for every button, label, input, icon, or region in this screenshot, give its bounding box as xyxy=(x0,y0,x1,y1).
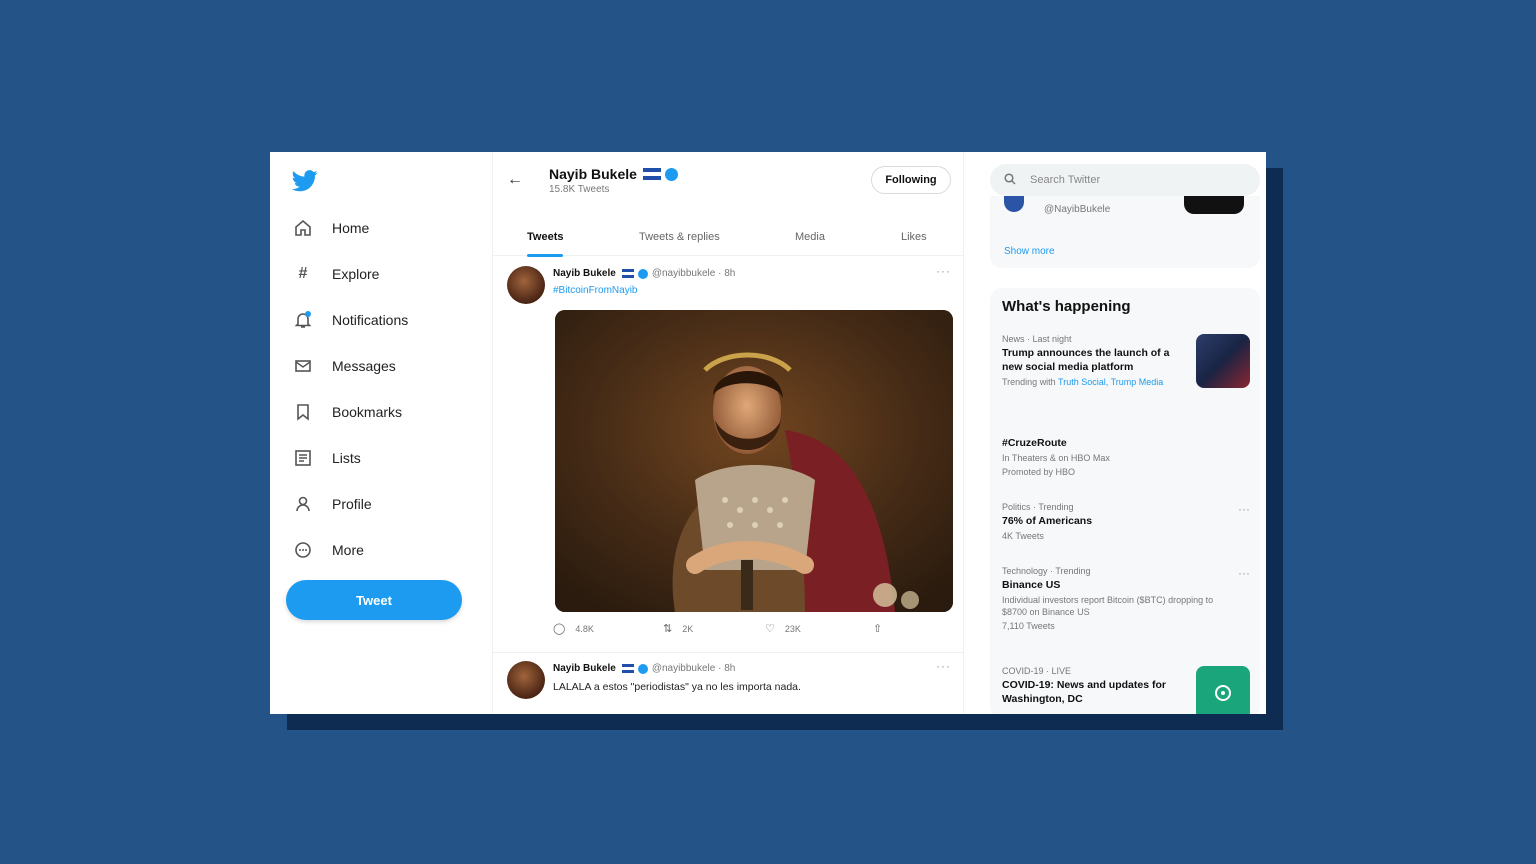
retweet-icon: ⇅ xyxy=(663,623,673,635)
nav-label-profile: Profile xyxy=(332,496,372,512)
tweet-meta: @nayibbukele · 8h xyxy=(651,663,736,674)
covid-thumbnail[interactable] xyxy=(1196,666,1250,714)
profile-timeline: ← Nayib Bukele 15.8K Tweets Following Tw… xyxy=(492,152,964,714)
tweet-button[interactable]: Tweet xyxy=(286,580,462,620)
trend-link[interactable]: Truth Social, Trump Media xyxy=(1058,377,1163,387)
trend-title: #CruzeRoute xyxy=(1002,437,1067,449)
trend-item[interactable]: Technology · Trending Binance US Individ… xyxy=(1002,566,1252,632)
bird-icon[interactable] xyxy=(291,170,318,192)
like-button[interactable]: ♡ 23K xyxy=(765,622,801,635)
like-count: 23K xyxy=(784,623,801,634)
verified-badge-icon xyxy=(637,663,648,674)
nav-label-explore: Explore xyxy=(332,266,380,282)
tweet-item[interactable]: Nayib Bukele @nayibbukele · 8h ··· #Bitc… xyxy=(493,152,963,652)
person-icon xyxy=(292,493,314,515)
nav-item-explore[interactable]: # Explore xyxy=(292,259,380,289)
trend-title: COVID-19: News and updates for Washingto… xyxy=(1002,679,1166,705)
nav-item-home[interactable]: Home xyxy=(292,213,369,243)
tweet-image[interactable] xyxy=(555,310,953,612)
nav-item-messages[interactable]: Messages xyxy=(292,351,396,381)
trend-item[interactable]: Politics · Trending 76% of Americans 4K … xyxy=(1002,502,1252,542)
who-to-follow-card: @NayibBukele Show more xyxy=(990,196,1260,268)
reply-button[interactable]: ◯ 4.8K xyxy=(553,622,594,635)
twitter-window: Home # Explore Notifications Messages Bo… xyxy=(270,152,1266,714)
nav-label-bookmarks: Bookmarks xyxy=(332,404,403,420)
verified-badge-icon xyxy=(637,268,648,279)
retweet-count: 2K xyxy=(682,623,694,634)
nav-label-home: Home xyxy=(332,220,370,236)
show-more-link[interactable]: Show more xyxy=(1004,246,1055,257)
trend-sub: 4K Tweets xyxy=(1002,531,1044,541)
tweet-author[interactable]: Nayib Bukele xyxy=(553,268,616,279)
trend-title: Trump announces the launch of a new soci… xyxy=(1002,347,1170,373)
sidebar-nav: Home # Explore Notifications Messages Bo… xyxy=(270,152,492,714)
bookmark-icon xyxy=(292,401,314,423)
flag-icon xyxy=(621,664,634,673)
tweet-author[interactable]: Nayib Bukele xyxy=(553,663,616,674)
avatar[interactable] xyxy=(507,661,545,699)
hashtag-icon: # xyxy=(298,265,308,282)
nav-item-bookmarks[interactable]: Bookmarks xyxy=(292,397,402,427)
nav-item-notifications[interactable]: Notifications xyxy=(292,305,408,335)
trend-title: Binance US xyxy=(1002,579,1061,591)
home-icon xyxy=(292,217,314,239)
trend-sub: Trending with Truth Social, Trump Media xyxy=(1002,376,1188,388)
nav-label-more: More xyxy=(332,542,364,558)
search-placeholder: Search Twitter xyxy=(1030,174,1101,186)
nav-label-messages: Messages xyxy=(332,358,396,374)
share-icon: ⇧ xyxy=(873,623,883,635)
trend-title: 76% of Americans xyxy=(1002,515,1093,527)
trend-sub: Individual investors report Bitcoin ($BT… xyxy=(1002,595,1214,617)
tweet-item[interactable]: Nayib Bukele @nayibbukele · 8h ··· LALAL… xyxy=(493,652,963,714)
more-options-icon[interactable]: ··· xyxy=(1238,566,1250,580)
more-options-icon[interactable]: ··· xyxy=(936,659,951,673)
nav-label-lists: Lists xyxy=(332,450,361,466)
trend-count: 7,110 Tweets xyxy=(1002,621,1055,631)
retweet-button[interactable]: ⇅ 2K xyxy=(663,622,693,635)
avatar[interactable] xyxy=(507,266,545,304)
trend-thumbnail[interactable] xyxy=(1196,334,1250,388)
more-circle-icon xyxy=(292,539,314,561)
search-input[interactable]: Search Twitter xyxy=(990,164,1260,196)
share-button[interactable]: ⇧ xyxy=(873,622,892,635)
search-icon xyxy=(1004,172,1016,188)
right-sidebar: @NayibBukele Show more Search Twitter Wh… xyxy=(964,152,1266,714)
reply-icon: ◯ xyxy=(553,623,566,635)
trend-meta: Politics · Trending xyxy=(1002,502,1074,512)
trend-sub: In Theaters & on HBO Max xyxy=(1002,453,1110,463)
trend-promoted: Promoted by HBO xyxy=(1002,467,1076,477)
list-icon xyxy=(292,447,314,469)
trend-meta: Technology · Trending xyxy=(1002,566,1091,576)
virus-icon xyxy=(1215,685,1231,701)
avatar[interactable] xyxy=(1004,196,1024,212)
nav-label-notifications: Notifications xyxy=(332,312,409,328)
more-options-icon[interactable]: ··· xyxy=(1238,502,1250,516)
follow-button[interactable] xyxy=(1184,196,1244,214)
suggested-handle[interactable]: @NayibBukele xyxy=(1044,204,1110,215)
section-title: What's happening xyxy=(1002,298,1131,315)
portrait-image xyxy=(555,310,953,612)
envelope-icon xyxy=(292,355,314,377)
trend-item[interactable]: #CruzeRoute In Theaters & on HBO Max Pro… xyxy=(1002,434,1252,478)
heart-icon: ♡ xyxy=(765,623,775,635)
trend-sub-prefix: Trending with xyxy=(1002,377,1056,387)
nav-item-lists[interactable]: Lists xyxy=(292,443,361,473)
nav-item-profile[interactable]: Profile xyxy=(292,489,372,519)
tweet-header: Nayib Bukele @nayibbukele · 8h xyxy=(553,268,735,279)
nav-item-more[interactable]: More xyxy=(292,535,364,565)
tweet-text: LALALA a estos "periodistas" ya no les i… xyxy=(553,681,801,693)
whats-happening-panel: What's happening News · Last night Trump… xyxy=(990,288,1260,714)
more-options-icon[interactable]: ··· xyxy=(936,264,951,278)
reply-count: 4.8K xyxy=(575,623,594,634)
bell-icon xyxy=(292,309,314,331)
tweet-meta: @nayibbukele · 8h xyxy=(651,268,736,279)
tweet-hashtag[interactable]: #BitcoinFromNayib xyxy=(553,285,637,296)
flag-icon xyxy=(621,269,634,278)
tweet-actions: ◯ 4.8K ⇅ 2K ♡ 23K ⇧ xyxy=(553,622,953,642)
tweet-header: Nayib Bukele @nayibbukele · 8h xyxy=(553,663,735,674)
